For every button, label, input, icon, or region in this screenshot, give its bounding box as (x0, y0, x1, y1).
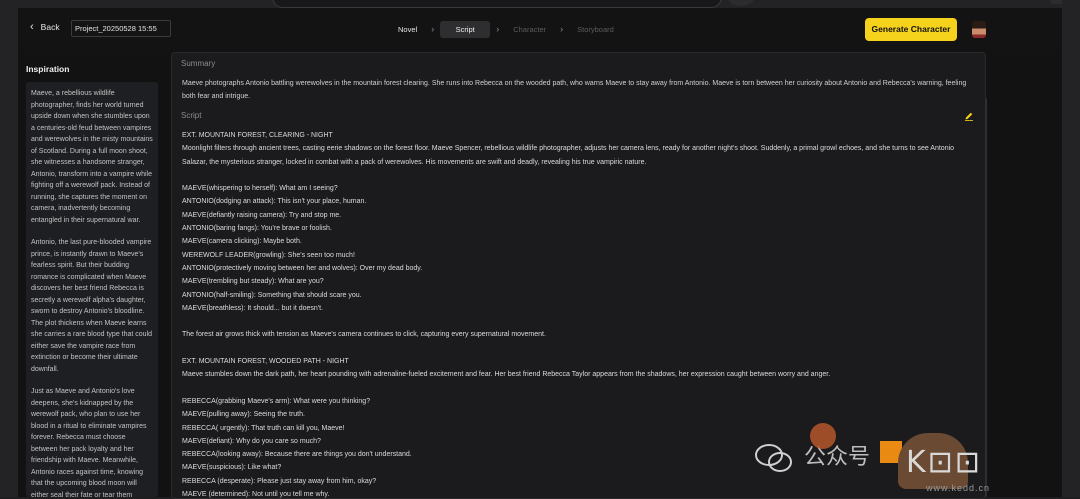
script-line: EXT. MOUNTAIN FOREST, CLEARING - NIGHT (182, 132, 333, 139)
script-line: REBECCA(grabbing Maeve's arm): What were… (182, 397, 371, 405)
workflow-steps: Novel › Script › Character › Storyboard (390, 19, 622, 39)
watermark-logo-glyphs: K⊡⊡ (906, 445, 982, 480)
script-blank-line (182, 382, 978, 395)
script-line: MAEVE(defiantly raising camera): Try and… (182, 211, 342, 219)
summary-label: Summary (181, 59, 216, 68)
browser-address-bar (272, 0, 722, 8)
edit-pencil-icon[interactable] (964, 111, 974, 121)
step-storyboard[interactable]: Storyboard (569, 21, 622, 38)
script-line: MAEVE(camera clicking): Maybe both. (182, 238, 302, 246)
inspiration-paragraph: Antonio, the last pure-blooded vampire p… (31, 239, 153, 373)
window-left-edge (0, 0, 18, 497)
generate-character-button[interactable]: Generate Character (865, 18, 957, 41)
inspiration-title: Inspiration (26, 64, 70, 74)
inspiration-paragraph: Maeve, a rebellious wildlife photographe… (31, 90, 153, 224)
script-line: ANTONIO(half-smiling): Something that sh… (182, 291, 362, 299)
script-line: MAEVE(breathless): It should... but it d… (182, 304, 324, 312)
summary-text[interactable]: Maeve photographs Antonio battling werew… (182, 77, 978, 103)
script-line: ANTONIO(protectively moving between her … (182, 264, 423, 272)
script-line: EXT. MOUNTAIN FOREST, WOODED PATH - NIGH… (182, 358, 349, 366)
script-label: Script (181, 111, 202, 120)
script-line: MAEVE(trembling but steady): What are yo… (182, 278, 324, 286)
script-line: ANTONIO(baring fangs): You're brave or f… (182, 225, 332, 233)
script-blank-line (182, 315, 978, 328)
watermark-url: www.kedd.cn (926, 483, 991, 493)
back-label: Back (40, 22, 60, 32)
inspiration-panel[interactable]: Maeve, a rebellious wildlife photographe… (26, 82, 158, 497)
inspiration-paragraph: Just as Maeve and Antonio's love deepens… (31, 388, 147, 497)
script-blank-line (182, 169, 978, 182)
step-novel[interactable]: Novel (390, 21, 425, 38)
header-bar: ‹ Back Novel › Script › Character › Stor… (18, 8, 1062, 50)
chevron-right-icon: › (431, 24, 435, 34)
script-line: WEREWOLF LEADER(growling): She's seen to… (182, 251, 355, 259)
window-right-edge (1062, 0, 1080, 497)
script-line: MAEVE(pulling away): Seeing the truth. (182, 411, 305, 419)
script-blank-line (182, 342, 978, 355)
script-line: Maeve stumbles down the dark path, her h… (182, 371, 831, 379)
avatar[interactable] (972, 21, 986, 38)
watermark-badge (810, 423, 836, 449)
script-line: Moonlight filters through ancient trees,… (182, 145, 955, 166)
step-character[interactable]: Character (505, 21, 554, 38)
script-line: ANTONIO(dodging an attack): This isn't y… (182, 198, 367, 206)
wechat-icon (755, 444, 792, 472)
project-name-input[interactable] (71, 20, 171, 37)
chevron-left-icon: ‹ (30, 21, 34, 33)
inspiration-text: Maeve, a rebellious wildlife photographe… (26, 82, 158, 497)
back-button[interactable]: ‹ Back (30, 21, 60, 33)
script-line: MAEVE(whispering to herself): What am I … (182, 185, 338, 193)
script-line: The forest air grows thick with tension … (182, 331, 546, 339)
chevron-right-icon: › (496, 24, 500, 34)
chevron-right-icon: › (560, 24, 564, 34)
step-script[interactable]: Script (440, 20, 491, 38)
watermark: 公众号 K⊡⊡ www.kedd.cn (748, 423, 1062, 497)
